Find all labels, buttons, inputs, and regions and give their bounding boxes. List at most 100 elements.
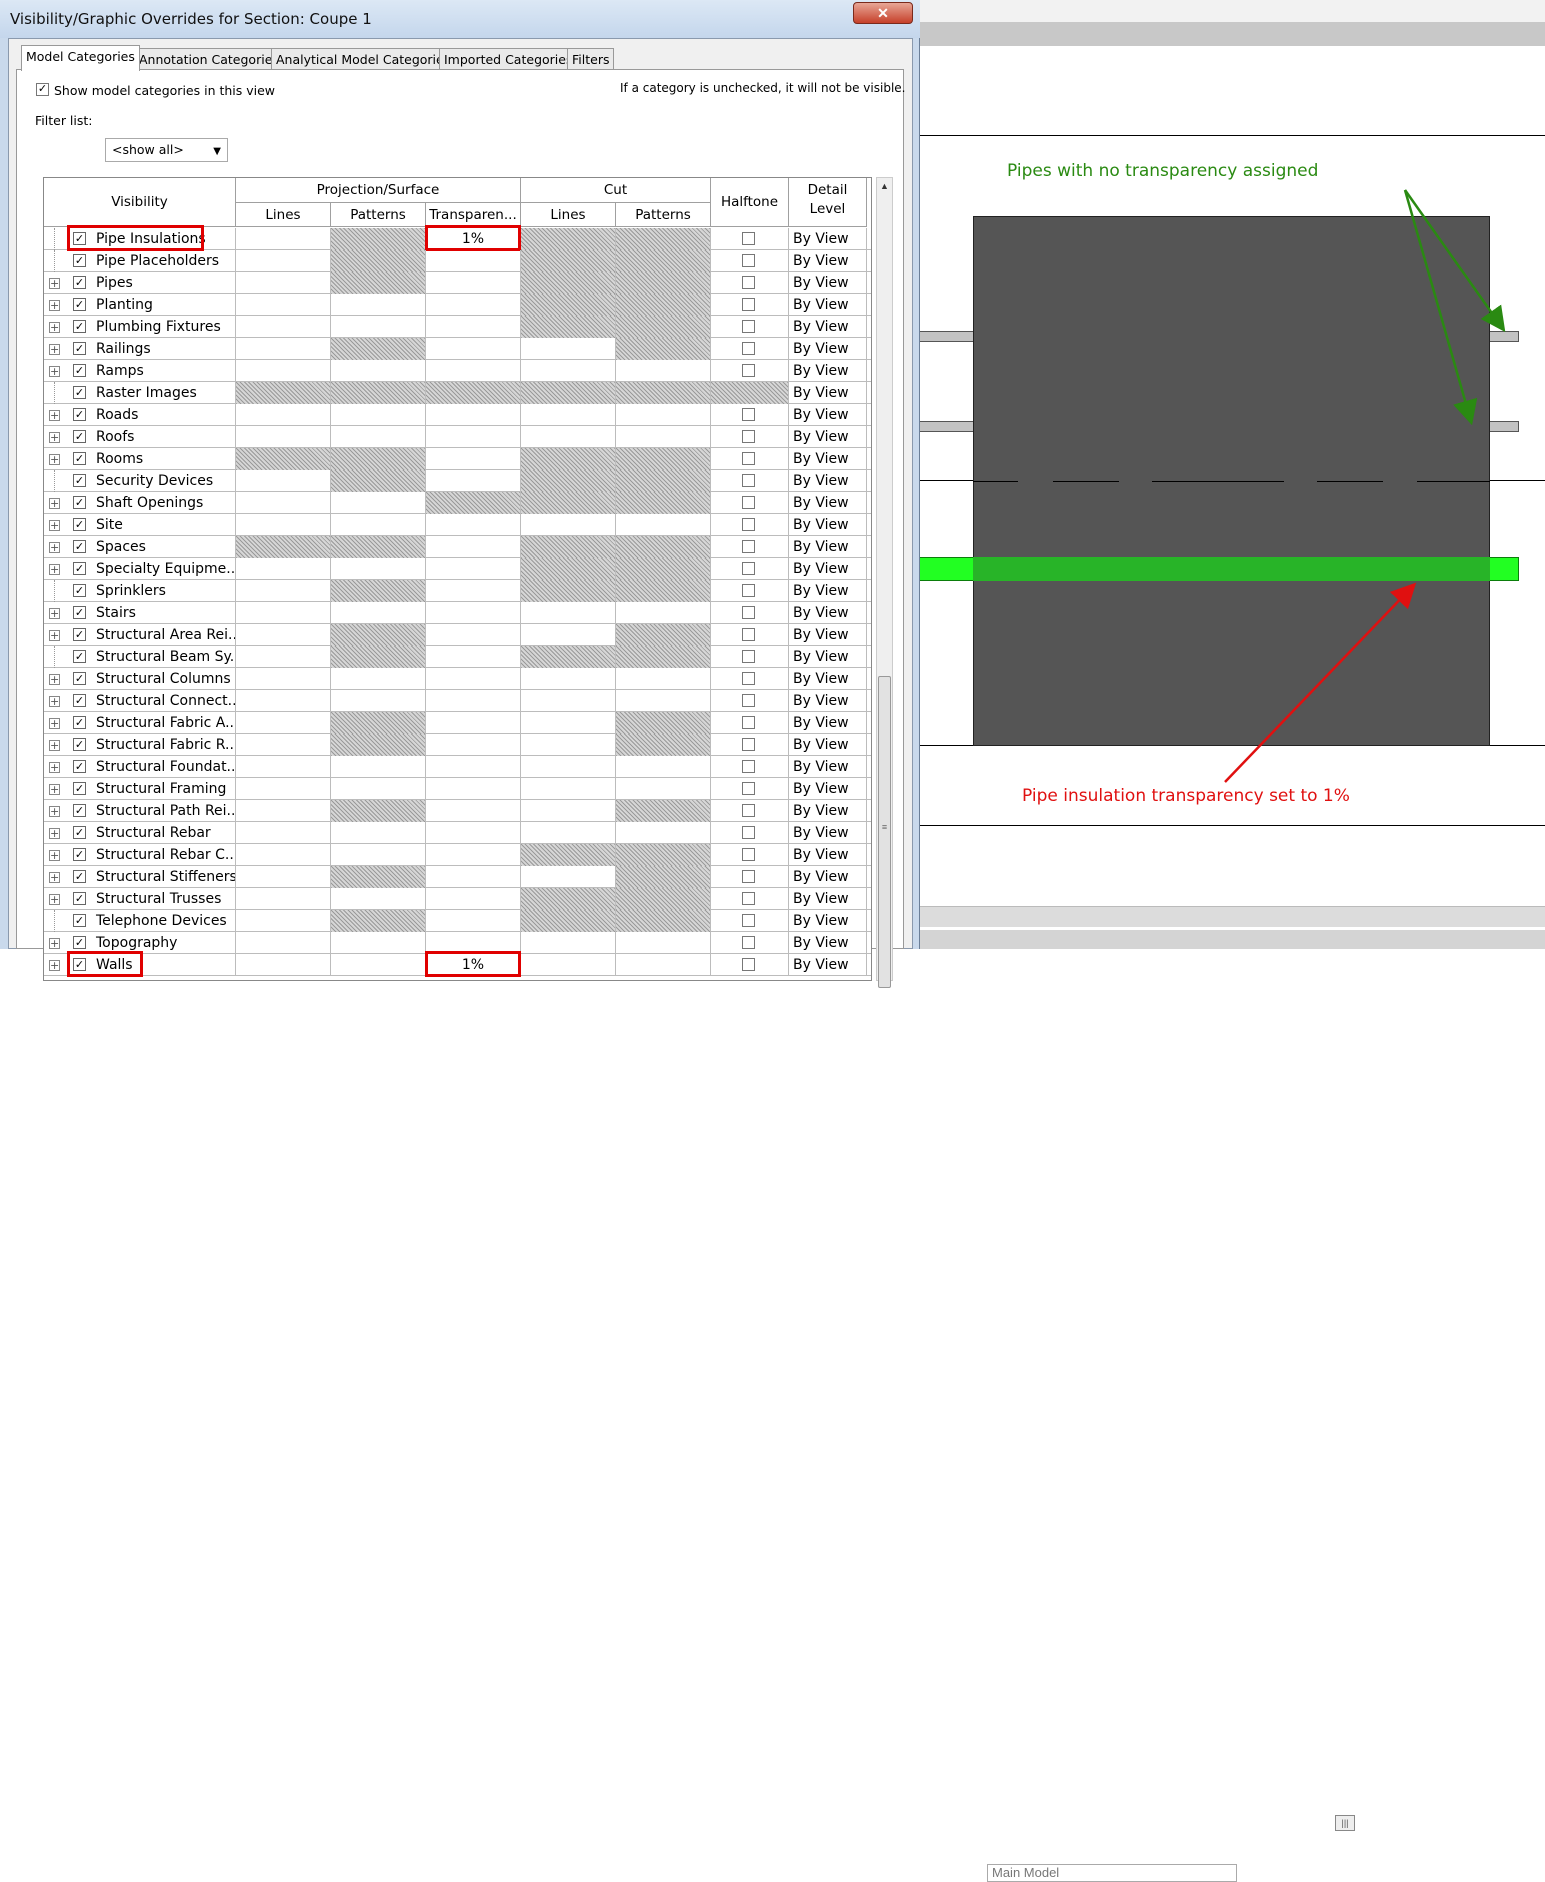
halftone-checkbox[interactable] — [742, 562, 755, 575]
proj-lines-cell[interactable] — [236, 910, 331, 932]
halftone-cell[interactable] — [711, 404, 789, 426]
proj-lines-cell[interactable] — [236, 624, 331, 646]
proj-patterns-cell[interactable] — [331, 954, 426, 976]
halftone-checkbox[interactable] — [742, 408, 755, 421]
expand-icon[interactable]: + — [49, 542, 60, 553]
transparency-cell[interactable] — [426, 360, 521, 382]
tab-imported-categories[interactable]: Imported Categories — [439, 48, 578, 70]
proj-patterns-cell[interactable] — [331, 514, 426, 536]
cut-lines-cell[interactable] — [521, 954, 616, 976]
cut-patterns-cell[interactable] — [616, 426, 711, 448]
expand-icon[interactable]: + — [49, 674, 60, 685]
transparency-cell[interactable] — [426, 690, 521, 712]
tab-analytical-model-categories[interactable]: Analytical Model Categories — [271, 48, 456, 70]
cut-lines-cell[interactable] — [521, 778, 616, 800]
halftone-cell[interactable] — [711, 646, 789, 668]
transparency-cell[interactable] — [426, 426, 521, 448]
expand-icon[interactable]: + — [49, 872, 60, 883]
visibility-checkbox[interactable]: ✓ — [73, 914, 86, 927]
expand-icon[interactable]: + — [49, 278, 60, 289]
table-row[interactable]: + ✓ Spaces By View — [44, 536, 871, 558]
cut-patterns-cell[interactable] — [616, 932, 711, 954]
detail-level-cell[interactable]: By View — [789, 228, 867, 250]
halftone-cell[interactable] — [711, 690, 789, 712]
table-row[interactable]: + ✓ Structural Rebar C... By View — [44, 844, 871, 866]
expand-icon[interactable]: + — [49, 564, 60, 575]
table-row[interactable]: ✓ Raster Images By View — [44, 382, 871, 404]
table-row[interactable]: ✓ Telephone Devices By View — [44, 910, 871, 932]
proj-lines-cell[interactable] — [236, 514, 331, 536]
expand-icon[interactable]: + — [49, 322, 60, 333]
halftone-cell[interactable] — [711, 360, 789, 382]
halftone-checkbox[interactable] — [742, 914, 755, 927]
transparency-cell[interactable] — [426, 668, 521, 690]
halftone-checkbox[interactable] — [742, 276, 755, 289]
detail-level-cell[interactable]: By View — [789, 646, 867, 668]
table-row[interactable]: + ✓ Rooms By View — [44, 448, 871, 470]
halftone-cell[interactable] — [711, 470, 789, 492]
halftone-cell[interactable] — [711, 734, 789, 756]
visibility-checkbox[interactable]: ✓ — [73, 760, 86, 773]
visibility-checkbox[interactable]: ✓ — [73, 782, 86, 795]
header-detail-level[interactable]: Detail Level — [789, 178, 867, 227]
transparency-cell[interactable] — [426, 250, 521, 272]
proj-patterns-cell[interactable] — [331, 668, 426, 690]
proj-lines-cell[interactable] — [236, 272, 331, 294]
detail-level-cell[interactable]: By View — [789, 756, 867, 778]
table-row[interactable]: + ✓ Structural Fabric R... By View — [44, 734, 871, 756]
cut-lines-cell[interactable] — [521, 602, 616, 624]
transparency-cell[interactable] — [426, 712, 521, 734]
proj-lines-cell[interactable] — [236, 778, 331, 800]
halftone-checkbox[interactable] — [742, 474, 755, 487]
cut-lines-cell[interactable] — [521, 690, 616, 712]
scroll-up-icon[interactable]: ▲ — [880, 181, 889, 191]
proj-patterns-cell[interactable] — [331, 360, 426, 382]
detail-level-cell[interactable]: By View — [789, 448, 867, 470]
halftone-cell[interactable] — [711, 932, 789, 954]
transparency-cell[interactable] — [426, 734, 521, 756]
close-button[interactable]: ✕ — [853, 2, 913, 24]
proj-lines-cell[interactable] — [236, 470, 331, 492]
proj-patterns-cell[interactable] — [331, 888, 426, 910]
cut-lines-cell[interactable] — [521, 932, 616, 954]
expand-icon[interactable]: + — [49, 894, 60, 905]
halftone-checkbox[interactable] — [742, 804, 755, 817]
visibility-checkbox[interactable]: ✓ — [73, 386, 86, 399]
halftone-checkbox[interactable] — [742, 232, 755, 245]
halftone-cell[interactable] — [711, 536, 789, 558]
transparency-cell[interactable] — [426, 756, 521, 778]
cut-patterns-cell[interactable] — [616, 668, 711, 690]
proj-lines-cell[interactable] — [236, 888, 331, 910]
table-row[interactable]: + ✓ Structural Area Rei... By View — [44, 624, 871, 646]
halftone-checkbox[interactable] — [742, 650, 755, 663]
halftone-checkbox[interactable] — [742, 760, 755, 773]
table-row[interactable]: + ✓ Pipes By View — [44, 272, 871, 294]
table-row[interactable]: ✓ Pipe Placeholders By View — [44, 250, 871, 272]
visibility-checkbox[interactable]: ✓ — [73, 540, 86, 553]
visibility-checkbox[interactable]: ✓ — [73, 320, 86, 333]
transparency-cell[interactable] — [426, 272, 521, 294]
scroll-grip-icon[interactable]: ||| — [1335, 1815, 1355, 1831]
expand-icon[interactable]: + — [49, 520, 60, 531]
halftone-cell[interactable] — [711, 778, 789, 800]
expand-icon[interactable]: + — [49, 498, 60, 509]
expand-icon[interactable]: + — [49, 960, 60, 971]
detail-level-cell[interactable]: By View — [789, 932, 867, 954]
table-row[interactable]: + ✓ Structural Foundat... By View — [44, 756, 871, 778]
proj-patterns-cell[interactable] — [331, 404, 426, 426]
cut-patterns-cell[interactable] — [616, 954, 711, 976]
visibility-checkbox[interactable]: ✓ — [73, 738, 86, 751]
visibility-checkbox[interactable]: ✓ — [73, 892, 86, 905]
proj-lines-cell[interactable] — [236, 646, 331, 668]
proj-patterns-cell[interactable] — [331, 602, 426, 624]
proj-lines-cell[interactable] — [236, 316, 331, 338]
detail-level-cell[interactable]: By View — [789, 470, 867, 492]
header-cut-patterns[interactable]: Patterns — [616, 203, 711, 227]
transparency-cell[interactable] — [426, 844, 521, 866]
halftone-cell[interactable] — [711, 272, 789, 294]
halftone-cell[interactable] — [711, 338, 789, 360]
table-row[interactable]: + ✓ Ramps By View — [44, 360, 871, 382]
proj-patterns-cell[interactable] — [331, 690, 426, 712]
proj-lines-cell[interactable] — [236, 932, 331, 954]
detail-level-cell[interactable]: By View — [789, 558, 867, 580]
